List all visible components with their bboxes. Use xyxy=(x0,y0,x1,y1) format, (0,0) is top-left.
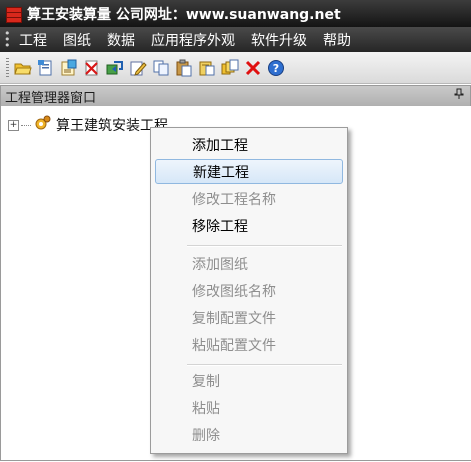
delete-doc-icon[interactable] xyxy=(82,57,102,79)
menu-item-label: 添加图纸 xyxy=(192,256,248,273)
toolbar-grip[interactable] xyxy=(6,57,9,78)
menu-upgrade[interactable]: 软件升级 xyxy=(246,30,318,50)
menu-item-remove-project[interactable]: 移除工程 xyxy=(155,213,341,238)
menu-separator xyxy=(187,364,342,366)
properties-icon[interactable] xyxy=(59,57,79,79)
panel-title: 工程管理器窗口 xyxy=(5,90,97,106)
tree-connector xyxy=(21,124,31,126)
window-title: 算王安装算量 公司网址：www.suanwang.net xyxy=(27,6,341,23)
app-logo-icon xyxy=(5,6,22,23)
menu-item-delete[interactable]: 删除 xyxy=(155,422,341,447)
title-bar: 算王安装算量 公司网址：www.suanwang.net xyxy=(0,0,471,27)
toolbar: ? xyxy=(0,52,471,84)
help-icon[interactable]: ? xyxy=(266,57,286,79)
menu-bar: • • • 工程 图纸 数据 应用程序外观 软件升级 帮助 xyxy=(0,27,471,52)
menu-item-label: 复制配置文件 xyxy=(192,310,276,327)
export-icon[interactable] xyxy=(105,57,125,79)
pin-icon[interactable] xyxy=(454,88,464,103)
menu-item-label: 修改图纸名称 xyxy=(192,283,276,300)
svg-text:?: ? xyxy=(273,62,279,75)
menu-item-label: 新建工程 xyxy=(193,164,249,181)
menu-item-rename-project[interactable]: 修改工程名称 xyxy=(155,186,341,211)
menu-data[interactable]: 数据 xyxy=(102,30,146,50)
menu-item-add-project[interactable]: 添加工程 xyxy=(155,132,341,157)
menu-item-rename-drawing[interactable]: 修改图纸名称 xyxy=(155,278,341,303)
expand-toggle[interactable]: + xyxy=(8,119,19,131)
menu-drawing[interactable]: 图纸 xyxy=(58,30,102,50)
menu-item-add-drawing[interactable]: 添加图纸 xyxy=(155,251,341,276)
copy-icon[interactable] xyxy=(151,57,171,79)
paste-icon[interactable] xyxy=(174,57,194,79)
menu-item-copy-config[interactable]: 复制配置文件 xyxy=(155,305,341,330)
menu-item-label: 复制 xyxy=(192,373,220,390)
multi-copy-icon[interactable] xyxy=(220,57,240,79)
menu-item-label: 删除 xyxy=(192,427,220,444)
project-gear-icon xyxy=(33,115,51,135)
menu-item-copy[interactable]: 复制 xyxy=(155,368,341,393)
menu-grip[interactable]: • • • xyxy=(4,28,11,51)
menu-appearance[interactable]: 应用程序外观 xyxy=(146,30,246,50)
close-x-icon[interactable] xyxy=(243,57,263,79)
menu-item-paste[interactable]: 粘贴 xyxy=(155,395,341,420)
menu-item-paste-config[interactable]: 粘贴配置文件 xyxy=(155,332,341,357)
menu-item-label: 修改工程名称 xyxy=(192,191,276,208)
menu-item-label: 粘贴 xyxy=(192,400,220,417)
open-folder-icon[interactable] xyxy=(13,57,33,79)
menu-item-label: 粘贴配置文件 xyxy=(192,337,276,354)
menu-item-label: 移除工程 xyxy=(192,218,248,235)
menu-item-new-project[interactable]: 新建工程 xyxy=(155,159,343,184)
menu-help[interactable]: 帮助 xyxy=(318,30,362,50)
edit-icon[interactable] xyxy=(128,57,148,79)
menu-project[interactable]: 工程 xyxy=(14,30,58,50)
menu-item-label: 添加工程 xyxy=(192,137,248,154)
paste-special-icon[interactable] xyxy=(197,57,217,79)
tree-node-root[interactable]: + 算王建筑安装工程 xyxy=(8,115,168,135)
panel-header: 工程管理器窗口 xyxy=(0,85,471,107)
context-menu: 添加工程 新建工程 修改工程名称 移除工程 添加图纸 修改图纸名称 复制配置文件… xyxy=(150,127,348,454)
menu-separator xyxy=(187,245,342,247)
new-file-icon[interactable] xyxy=(36,57,56,79)
